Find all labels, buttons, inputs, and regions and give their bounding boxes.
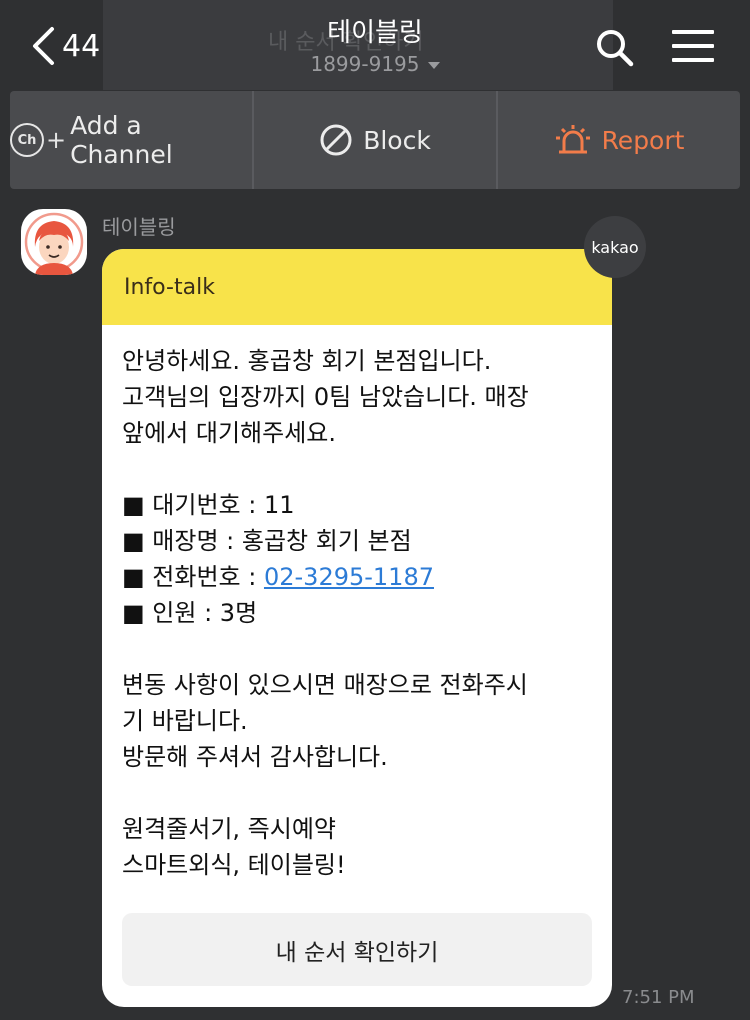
search-icon — [597, 30, 634, 67]
menu-button[interactable] — [672, 30, 714, 72]
message-timestamp: 7:51 PM — [622, 987, 695, 1008]
report-button[interactable]: Report — [496, 91, 740, 189]
block-label: Block — [363, 125, 431, 155]
block-button[interactable]: Block — [252, 91, 496, 189]
channel-icon: Ch — [10, 123, 44, 157]
text-line: 안녕하세요. 홍곱창 회기 본점입니다. — [122, 347, 492, 375]
message-body: 안녕하세요. 홍곱창 회기 본점입니다. 고객님의 입장까지 0팀 남았습니다.… — [102, 325, 612, 883]
chat-subtitle[interactable]: 1899-9195 — [0, 52, 750, 76]
add-channel-label: Add a Channel — [70, 111, 173, 169]
phone-line: ■ 전화번호 : 02-3295-1187 — [122, 559, 612, 595]
message-bubble: Info-talk 안녕하세요. 홍곱창 회기 본점입니다. 고객님의 입장까지… — [102, 249, 612, 1007]
report-label: Report — [601, 125, 685, 155]
caret-down-icon — [427, 62, 440, 69]
chat-title: 테이블링 — [327, 18, 423, 48]
text-line: 앞에서 대기해주세요. — [122, 419, 336, 447]
check-my-turn-button[interactable]: 내 순서 확인하기 — [122, 913, 592, 986]
people-line: ■ 인원 : 3명 — [122, 599, 258, 627]
text-line: 원격줄서기, 즉시예약 — [122, 815, 336, 843]
text-line: 기 바랍니다. — [122, 707, 248, 735]
phone-link[interactable]: 02-3295-1187 — [264, 563, 434, 591]
phone-subtitle: 1899-9195 — [310, 52, 420, 76]
chat-header: 44 테이블링 1899-9195 — [0, 0, 750, 90]
phone-label: ■ 전화번호 : — [122, 563, 264, 591]
text-line: 방문해 주셔서 감사합니다. — [122, 743, 388, 771]
kakao-badge: kakao — [584, 216, 646, 278]
wait-number-line: ■ 대기번호 : 11 — [122, 491, 295, 519]
channel-action-bar: Ch + Add a Channel Block Report — [10, 91, 740, 189]
text-line: 변동 사항이 있으시면 매장으로 전화주시 — [122, 671, 528, 699]
siren-icon — [555, 125, 590, 154]
block-icon — [320, 124, 352, 156]
hamburger-icon — [672, 30, 714, 62]
avatar[interactable] — [21, 209, 87, 275]
sender-name: 테이블링 — [102, 215, 176, 239]
plus-icon: + — [45, 126, 67, 154]
info-talk-header: Info-talk — [102, 249, 612, 325]
profile-face-icon — [24, 212, 84, 275]
search-button[interactable] — [595, 28, 635, 72]
text-line: 고객님의 입장까지 0팀 남았습니다. 매장 — [122, 383, 529, 411]
store-name-line: ■ 매장명 : 홍곱창 회기 본점 — [122, 527, 412, 555]
add-channel-button[interactable]: Ch + Add a Channel — [10, 91, 252, 189]
text-line: 스마트외식, 테이블링! — [122, 851, 346, 879]
